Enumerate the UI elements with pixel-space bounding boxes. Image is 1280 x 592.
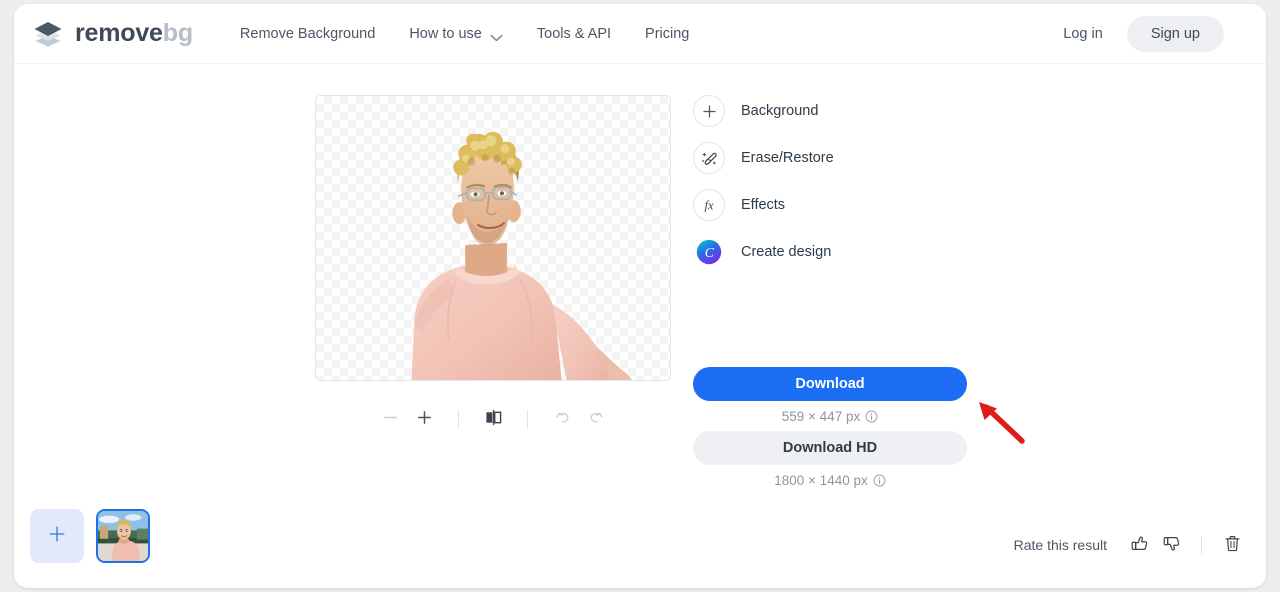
fx-icon: fx bbox=[693, 189, 725, 221]
rate-label: Rate this result bbox=[1013, 537, 1107, 553]
tool-label: Background bbox=[741, 103, 819, 119]
delete-button[interactable] bbox=[1216, 531, 1248, 559]
brand-name-secondary: bg bbox=[162, 19, 193, 47]
zoom-in-button[interactable] bbox=[407, 404, 441, 434]
plus-icon bbox=[693, 95, 725, 127]
login-link[interactable]: Log in bbox=[1045, 17, 1121, 51]
info-icon[interactable] bbox=[873, 474, 886, 487]
tool-label: Effects bbox=[741, 197, 786, 213]
rating-bar: Rate this result bbox=[1014, 531, 1248, 559]
svg-text:C: C bbox=[705, 245, 715, 260]
canvas-toolbar bbox=[315, 402, 671, 436]
toolbar-divider bbox=[527, 409, 528, 429]
image-canvas[interactable] bbox=[315, 95, 671, 381]
signup-button[interactable]: Sign up bbox=[1126, 15, 1224, 52]
brand-name: removebg bbox=[75, 19, 193, 48]
nav-label: How to use bbox=[409, 25, 482, 42]
undo-button[interactable] bbox=[545, 404, 579, 434]
main-navigation: Remove Background How to use Tools & API… bbox=[223, 18, 706, 50]
thumbs-down-button[interactable] bbox=[1155, 531, 1187, 559]
workspace: Background Erase/Restore fx Effects C Cr… bbox=[14, 64, 1266, 587]
thumbs-down-icon bbox=[1162, 534, 1181, 556]
editor-tools-panel: Background Erase/Restore fx Effects C Cr… bbox=[693, 95, 993, 283]
tool-background[interactable]: Background bbox=[693, 95, 993, 127]
app-card: removebg Remove Background How to use To… bbox=[14, 4, 1266, 588]
cutout-subject-image bbox=[411, 131, 633, 380]
thumbs-up-button[interactable] bbox=[1123, 531, 1155, 559]
info-icon[interactable] bbox=[865, 410, 878, 423]
nav-item-pricing[interactable]: Pricing bbox=[628, 18, 706, 50]
layers-icon bbox=[32, 18, 64, 50]
zoom-out-button[interactable] bbox=[373, 404, 407, 434]
tool-label: Create design bbox=[741, 244, 832, 260]
rating-divider bbox=[1201, 535, 1202, 555]
nav-label: Tools & API bbox=[536, 25, 612, 42]
zoom-out-icon bbox=[382, 409, 399, 429]
chevron-down-icon bbox=[490, 30, 503, 41]
site-header: removebg Remove Background How to use To… bbox=[14, 4, 1266, 64]
red-arrow-icon bbox=[972, 399, 1028, 445]
trash-icon bbox=[1223, 534, 1242, 556]
undo-icon bbox=[553, 409, 572, 429]
compare-button[interactable] bbox=[476, 404, 510, 434]
image-thumbnail-strip bbox=[30, 509, 150, 563]
tool-create-design[interactable]: C Create design bbox=[693, 236, 993, 268]
nav-item-how-to-use[interactable]: How to use bbox=[392, 18, 520, 50]
compare-split-icon bbox=[484, 409, 503, 429]
download-hd-size-label: 1800 × 1440 px bbox=[774, 472, 868, 488]
download-panel: Download 559 × 447 px Download HD 1800 ×… bbox=[693, 367, 967, 495]
add-image-button[interactable] bbox=[30, 509, 84, 563]
toolbar-divider bbox=[458, 409, 459, 429]
thumbs-up-icon bbox=[1130, 534, 1149, 556]
download-hd-size-info: 1800 × 1440 px bbox=[693, 465, 967, 495]
redo-icon bbox=[587, 409, 606, 429]
svg-text:fx: fx bbox=[704, 199, 713, 213]
tool-erase-restore[interactable]: Erase/Restore bbox=[693, 142, 993, 174]
nav-label: Pricing bbox=[645, 25, 690, 42]
download-size-info: 559 × 447 px bbox=[693, 401, 967, 431]
header-actions: Log in Sign up bbox=[1045, 15, 1224, 52]
tool-effects[interactable]: fx Effects bbox=[693, 189, 993, 221]
download-size-label: 559 × 447 px bbox=[781, 408, 861, 424]
download-hd-button[interactable]: Download HD bbox=[693, 431, 967, 465]
tool-label: Erase/Restore bbox=[741, 150, 834, 166]
magic-brush-icon bbox=[693, 142, 725, 174]
nav-label: Remove Background bbox=[239, 25, 376, 42]
thumbnail-item-selected[interactable] bbox=[96, 509, 150, 563]
canva-icon: C bbox=[693, 236, 725, 268]
download-button[interactable]: Download bbox=[693, 367, 967, 401]
thumbnail-image bbox=[98, 511, 148, 561]
plus-icon bbox=[47, 524, 67, 549]
redo-button[interactable] bbox=[579, 404, 613, 434]
nav-item-remove-background[interactable]: Remove Background bbox=[223, 18, 392, 50]
nav-item-tools-api[interactable]: Tools & API bbox=[520, 18, 628, 50]
zoom-in-icon bbox=[416, 409, 433, 429]
brand-name-primary: remove bbox=[75, 19, 163, 47]
brand-logo[interactable]: removebg bbox=[32, 18, 193, 50]
